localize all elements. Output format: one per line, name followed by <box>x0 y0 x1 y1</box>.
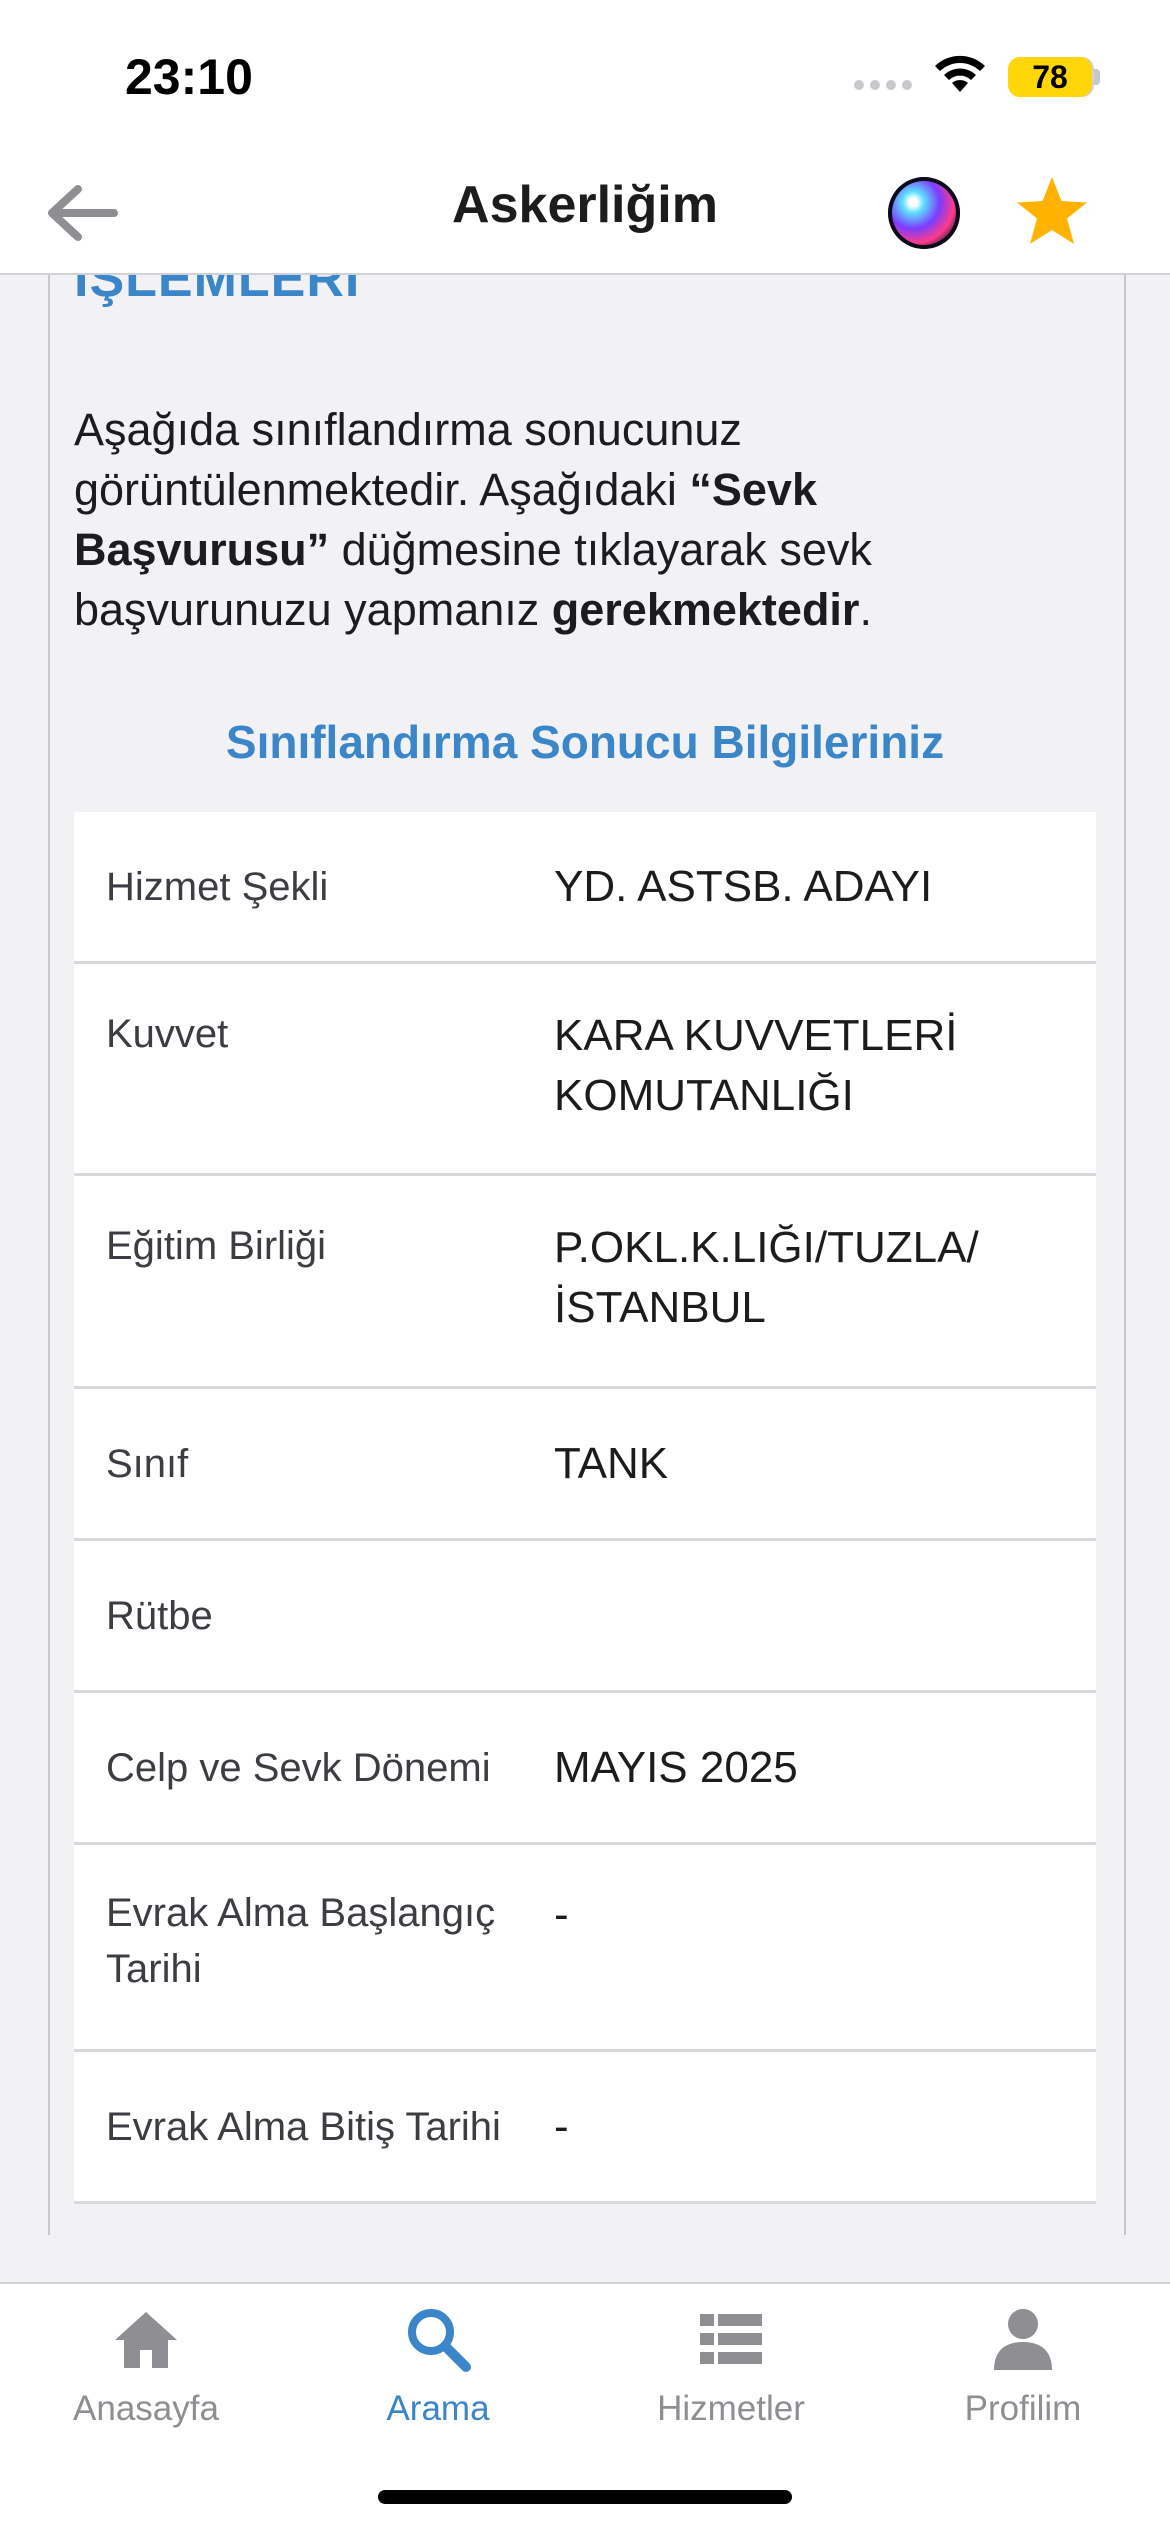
tab-anasayfa[interactable]: Anasayfa <box>0 2304 292 2429</box>
tab-label: Hizmetler <box>657 2389 805 2428</box>
row-label: Evrak Alma Bitiş Tarihi <box>106 2104 501 2149</box>
section-heading: İŞLEMLERİ <box>74 275 361 308</box>
tab-label: Profilim <box>964 2389 1082 2428</box>
row-value: MAYIS 2025 <box>554 1742 798 1792</box>
row-value: KARA KUVVETLERİ KOMUTANLIĞI <box>554 1011 958 1120</box>
table-row: Rütbe <box>74 1541 1096 1693</box>
intro-text: Aşağıda sınıflandırma sonucunuz görüntül… <box>74 404 872 635</box>
status-time: 23:10 <box>125 49 253 105</box>
battery-nub <box>1094 69 1100 85</box>
tab-arama[interactable]: Arama <box>292 2304 584 2429</box>
content-area[interactable]: İŞLEMLERİ Aşağıda sınıflandırma sonucunu… <box>0 275 1170 2235</box>
wifi-icon <box>935 55 985 92</box>
tab-hizmetler[interactable]: Hizmetler <box>585 2304 877 2429</box>
row-label: Evrak Alma Başlangıç Tarihi <box>106 1891 496 1991</box>
row-label: Rütbe <box>106 1593 213 1638</box>
search-icon <box>408 2309 471 2372</box>
row-value: YD. ASTSB. ADAYI <box>554 861 933 911</box>
row-label: Hizmet Şekli <box>106 864 329 909</box>
row-value: P.OKL.K.LIĞI/TUZLA/ İSTANBUL <box>554 1223 979 1332</box>
table-row: Hizmet Şekli YD. ASTSB. ADAYI <box>74 812 1096 964</box>
row-value: - <box>554 1890 569 1939</box>
table-row: Evrak Alma Bitiş Tarihi - <box>74 2052 1096 2204</box>
row-value: - <box>554 2101 569 2151</box>
page-title: Askerliğim <box>452 176 718 234</box>
table-row: Kuvvet KARA KUVVETLERİ KOMUTANLIĞI <box>74 964 1096 1176</box>
row-label: Celp ve Sevk Dönemi <box>106 1745 491 1790</box>
favorite-star-icon[interactable] <box>1014 173 1090 249</box>
nav-bar: Askerliğim <box>0 155 1170 275</box>
row-label: Eğitim Birliği <box>106 1224 327 1268</box>
table-row: Sınıf TANK <box>74 1389 1096 1541</box>
tab-label: Anasayfa <box>73 2389 219 2428</box>
row-label: Sınıf <box>106 1441 189 1486</box>
status-bar: 23:10 78 <box>0 0 1170 155</box>
home-icon <box>115 2312 177 2368</box>
table-row: Eğitim Birliği P.OKL.K.LIĞI/TUZLA/ İSTAN… <box>74 1176 1096 1389</box>
table-row: Celp ve Sevk Dönemi MAYIS 2025 <box>74 1693 1096 1845</box>
table-row: Evrak Alma Başlangıç Tarihi - <box>74 1845 1096 2052</box>
tab-label: Arama <box>386 2389 490 2428</box>
assistant-icon[interactable] <box>888 177 960 249</box>
tab-profilim[interactable]: Profilim <box>877 2304 1169 2429</box>
results-subtitle: Sınıflandırma Sonucu Bilgileriniz <box>225 716 945 768</box>
list-icon <box>700 2314 762 2364</box>
person-icon <box>994 2309 1052 2370</box>
classification-table: Hizmet Şekli YD. ASTSB. ADAYI Kuvvet KAR… <box>74 812 1096 2204</box>
cellular-signal-icon <box>854 80 912 90</box>
row-label: Kuvvet <box>106 1012 229 1056</box>
row-value: TANK <box>554 1438 669 1488</box>
battery-icon: 78 <box>1008 57 1092 97</box>
home-indicator[interactable] <box>378 2490 792 2504</box>
